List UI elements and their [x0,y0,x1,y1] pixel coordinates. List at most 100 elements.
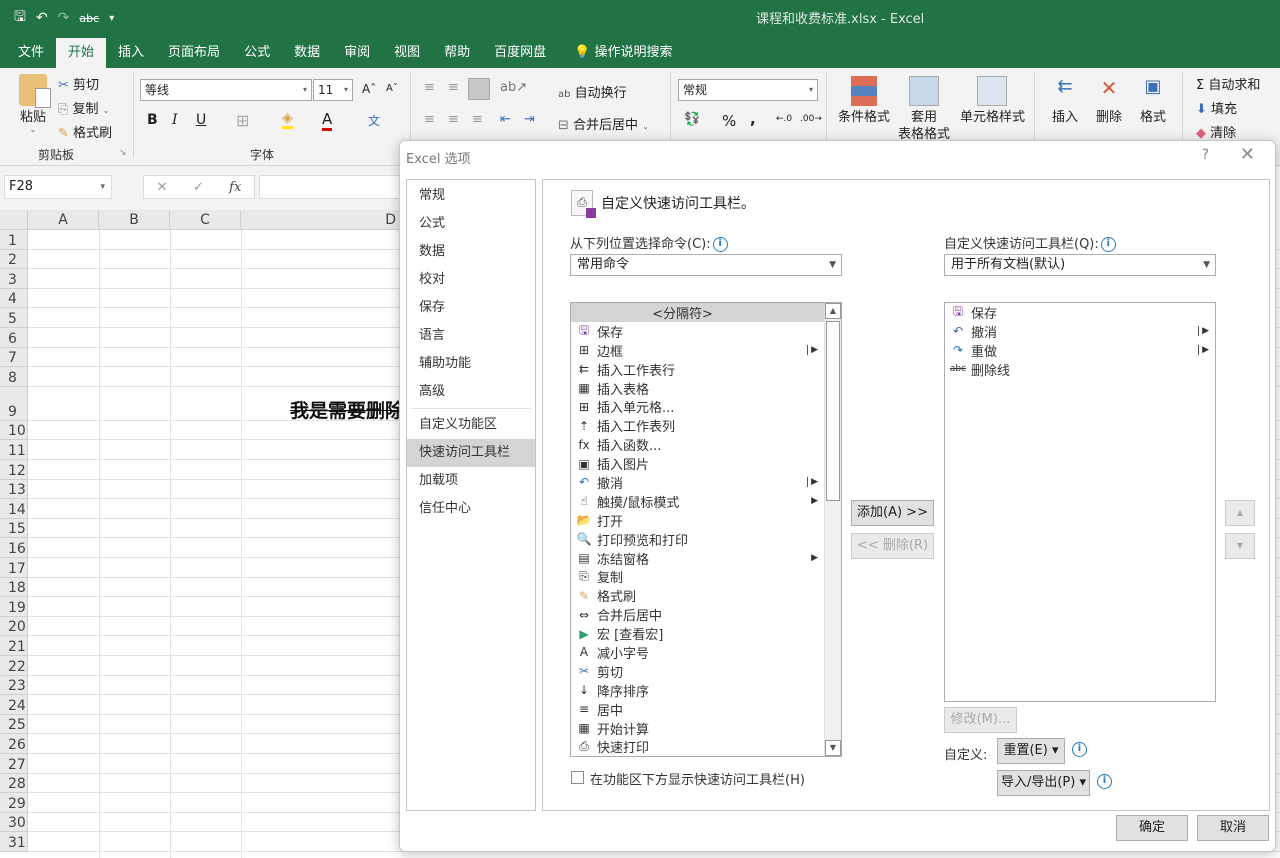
row-header[interactable]: 10 [0,420,28,441]
toolbar-list-item[interactable]: ↷ 重做 ▶ [945,341,1215,360]
name-box[interactable]: F28 ▾ [4,175,112,199]
nav-accessibility[interactable]: 辅助功能 [407,350,535,378]
column-header-b[interactable]: B [99,210,170,230]
bottom-align-icon[interactable] [468,78,490,100]
top-align-icon[interactable]: ≡ [424,80,435,95]
commands-scrollbar[interactable]: ▲ ▼ [824,303,841,756]
font-name-combo[interactable]: 等线 ▾ [140,79,312,101]
help-icon[interactable]: ? [1202,147,1209,163]
center-align-icon[interactable]: ≡ [448,112,459,127]
cancel-button[interactable]: 取消 [1197,815,1269,841]
command-list-item[interactable]: 🔍 打印预览和打印 [571,530,824,549]
command-list-item[interactable]: ▣ 插入图片 [571,454,824,474]
accounting-format-icon[interactable]: 💱 [684,112,700,127]
decrease-font-icon[interactable]: Aˇ [386,83,398,94]
info-icon[interactable]: i [712,237,728,252]
cell-styles-button[interactable]: 单元格样式 [960,76,1025,125]
row-header[interactable]: 24 [0,695,28,715]
insert-function-icon[interactable]: fx [229,180,241,195]
conditional-format-button[interactable]: 条件格式 [838,76,890,125]
clear-button[interactable]: ◆ 清除 [1196,122,1236,141]
command-list-item[interactable]: ▦ 插入表格 [571,379,824,398]
underline-button[interactable]: U [196,112,206,128]
import-export-dropdown[interactable]: 导入/导出(P) ▾ [997,770,1090,796]
row-header[interactable]: 11 [0,440,28,460]
tab-insert[interactable]: 插入 [106,38,156,68]
command-list-item[interactable]: ⇔ 合并后居中 [571,605,824,625]
strikethrough-icon[interactable]: abc [79,12,99,25]
command-list-item[interactable]: ⎘ 复制 [571,567,824,586]
increase-indent-icon[interactable]: ⇥ [524,112,535,127]
nav-quick-access-toolbar[interactable]: 快速访问工具栏 [407,439,535,467]
command-list-item[interactable]: ✂ 剪切 [571,662,824,681]
row-header[interactable]: 9 [0,386,28,421]
nav-general[interactable]: 常规 [407,182,535,210]
row-header[interactable]: 5 [0,308,28,328]
ok-button[interactable]: 确定 [1116,815,1188,841]
right-align-icon[interactable]: ≡ [472,112,483,127]
row-header[interactable]: 26 [0,734,28,754]
row-header[interactable]: 21 [0,636,28,656]
bold-button[interactable]: B [147,112,158,128]
row-header[interactable]: 17 [0,558,28,578]
left-align-icon[interactable]: ≡ [424,112,435,127]
add-button[interactable]: 添加(A) >> [851,500,934,526]
increase-font-icon[interactable]: Aˆ [362,82,376,96]
command-list-item[interactable]: ≡ 居中 [571,700,824,719]
decrease-indent-icon[interactable]: ⇤ [500,112,511,127]
command-list-item[interactable]: ✎ 格式刷 [571,586,824,606]
command-list-item[interactable]: ⎙ 快速打印 [571,737,824,756]
column-header-a[interactable]: A [28,210,99,230]
command-list-item[interactable]: ⊞ 插入单元格... [571,397,824,417]
commands-list[interactable]: <分隔符> 🖫 保存 ⊞ 边框 ▶ ⇇ 插入工作表行 ▦ 插入表格 ⊞ 插入单元格... ⇡ 插入工作表列… [570,302,842,757]
customize-qat-icon[interactable]: ▾ [109,13,114,24]
tab-view[interactable]: 视图 [382,38,432,68]
orientation-icon[interactable]: ab↗ [500,80,527,95]
delete-cells-button[interactable]: ✕ 删除 [1092,76,1126,125]
format-as-table-button[interactable]: 套用 表格格式 [894,76,954,142]
remove-button[interactable]: << 删除(R) [851,533,934,559]
insert-cells-button[interactable]: ⇇ 插入 [1048,76,1082,125]
percent-icon[interactable]: % [722,112,736,130]
nav-add-ins[interactable]: 加载项 [407,467,535,495]
command-list-item[interactable]: ↓ 降序排序 [571,681,824,700]
command-list-item[interactable]: ↶ 撤消 ▶ [571,473,824,492]
show-below-ribbon-checkbox[interactable] [571,771,584,784]
command-list-item[interactable]: fx 插入函数... [571,435,824,455]
middle-align-icon[interactable]: ≡ [448,80,459,95]
close-icon[interactable]: ✕ [1240,144,1255,165]
nav-proofing[interactable]: 校对 [407,266,535,294]
choose-commands-select[interactable]: 常用命令 ▼ [570,254,842,276]
command-list-item[interactable]: ⊞ 边框 ▶ [571,341,824,360]
formula-input[interactable] [259,175,419,199]
row-header[interactable]: 14 [0,499,28,519]
row-header[interactable]: 6 [0,328,28,348]
row-header[interactable]: 20 [0,616,28,637]
tab-baidu-netdisk[interactable]: 百度网盘 [482,38,558,68]
tab-home[interactable]: 开始 [56,38,107,68]
row-header[interactable]: 29 [0,793,28,813]
tell-me-search[interactable]: 💡 操作说明搜索 [562,38,684,68]
command-list-item[interactable]: ⇡ 插入工作表列 [571,416,824,436]
row-header[interactable]: 22 [0,656,28,676]
border-button[interactable]: ⊞ [236,111,249,130]
show-below-ribbon-label[interactable]: 在功能区下方显示快速访问工具栏(H) [590,769,805,788]
row-header[interactable]: 7 [0,347,28,368]
row-header[interactable]: 19 [0,597,28,617]
font-color-button[interactable]: A [322,110,333,131]
row-header[interactable]: 28 [0,773,28,794]
row-header[interactable]: 4 [0,288,28,309]
scroll-thumb[interactable] [826,321,840,501]
reset-dropdown[interactable]: 重置(E) ▾ [997,738,1065,764]
move-down-button[interactable]: ▼ [1225,533,1255,559]
tab-page-layout[interactable]: 页面布局 [156,38,232,68]
merge-center-button[interactable]: ⊟ 合并后居中 ⌄ [558,114,649,133]
wrap-text-button[interactable]: ab 自动换行 [558,82,627,101]
nav-customize-ribbon[interactable]: 自定义功能区 [407,411,535,439]
cut-button[interactable]: ✂ 剪切 [58,74,99,93]
row-header[interactable]: 27 [0,754,28,774]
redo-icon[interactable]: ↷ [58,10,70,26]
toolbar-list-item[interactable]: abc 删除线 [945,360,1215,379]
row-header[interactable]: 8 [0,367,28,387]
font-size-combo[interactable]: 11 ▾ [313,79,353,101]
